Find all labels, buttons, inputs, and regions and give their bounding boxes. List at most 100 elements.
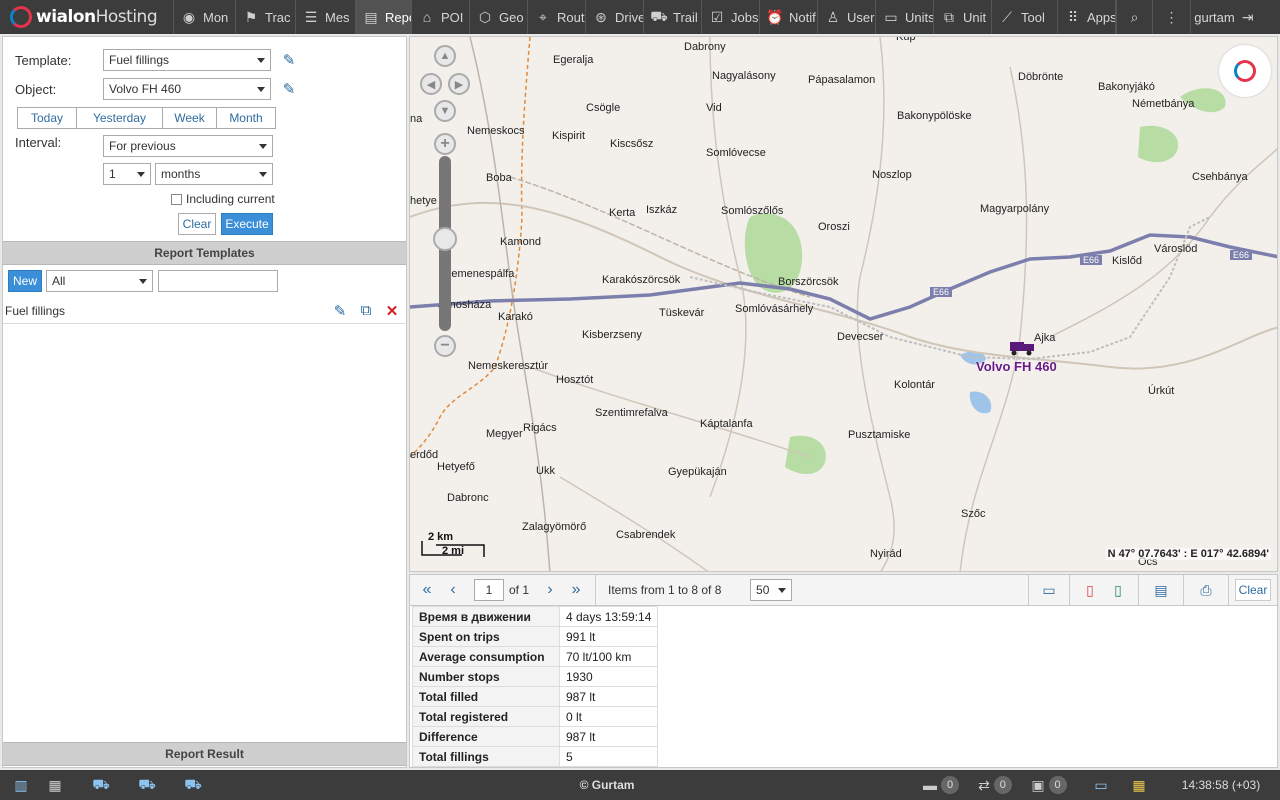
copy-template-icon[interactable]: ⧉ [356, 301, 376, 321]
map-town-label: Káptalanfa [700, 418, 753, 430]
page-size-select[interactable]: 50 [750, 579, 793, 601]
pan-right-button[interactable]: ▶ [448, 73, 470, 95]
notifications-counter[interactable]: ▬ 0 [918, 770, 964, 800]
top-navigation-bar: wialonHosting ◉Mon ⚑Trac ☰Mes ▤Repo ⌂POI… [0, 0, 1280, 34]
tab-trailers[interactable]: ⛟ Trail [644, 0, 702, 34]
template-select[interactable]: Fuel fillings [103, 49, 271, 71]
tab-routes[interactable]: ⌖ Rout [528, 0, 586, 34]
unit-name-truck-icon[interactable]: ⛟ [124, 770, 170, 800]
interval-select[interactable]: For previous [103, 135, 273, 157]
last-page-button[interactable]: » [563, 581, 589, 599]
yesterday-button[interactable]: Yesterday [77, 108, 163, 128]
map-town-label: Városlöd [1154, 243, 1198, 255]
edit-template-wrench-icon[interactable]: ✎ [330, 301, 350, 321]
tab-apps[interactable]: ⠿ Apps [1058, 0, 1116, 34]
more-menu-button[interactable]: ⋮ [1152, 0, 1190, 34]
tab-unit-groups[interactable]: ⧉ Unit [934, 0, 992, 34]
table-row: Total filled 987 lt [412, 686, 659, 707]
flag-icon: ⚑ [244, 8, 258, 25]
table-row: Spent on trips 991 lt [412, 626, 659, 647]
report-templates-header: Report Templates [3, 241, 406, 265]
events-counter[interactable]: ⇄ 0 [970, 770, 1020, 800]
result-key: Number stops [412, 666, 560, 687]
media-counter[interactable]: ▣ 0 [1026, 770, 1072, 800]
map-town-label: Csögle [586, 102, 621, 114]
unit-truck-icon[interactable]: ⛟ [78, 770, 124, 800]
map-town-label: Karakó [498, 311, 533, 323]
template-filter-select[interactable]: All [46, 270, 153, 292]
scale-km: 2 km [428, 531, 454, 543]
month-button[interactable]: Month [217, 108, 275, 128]
clear-form-button[interactable]: Clear [178, 213, 216, 235]
tab-tracks[interactable]: ⚑ Trac [236, 0, 296, 34]
pan-left-button[interactable]: ◀ [420, 73, 442, 95]
unit-map-label[interactable]: Volvo FH 460 [976, 359, 1057, 374]
page-number-input[interactable]: 1 [474, 579, 504, 601]
export-pdf-icon[interactable]: ▯ [1076, 579, 1104, 601]
map-layers-icon[interactable]: ▦ [1120, 770, 1158, 800]
object-edit-wrench-icon[interactable]: ✎ [279, 79, 299, 99]
result-key: Difference [412, 726, 560, 747]
panel-layout-icon[interactable]: ▥ [4, 770, 38, 800]
object-select[interactable]: Volvo FH 460 [103, 78, 271, 100]
grid-layout-icon[interactable]: ▦ [38, 770, 72, 800]
result-value: 0 lt [558, 706, 659, 727]
map-town-label: Megyer [486, 428, 523, 440]
including-current-checkbox[interactable] [171, 193, 182, 205]
user-menu[interactable]: gurtam ⇥ [1190, 0, 1260, 34]
pan-down-button[interactable]: ▼ [434, 100, 456, 122]
pan-up-button[interactable]: ▲ [434, 45, 456, 67]
results-table-container: Время в движении 4 days 13:59:14 Spent on … [409, 606, 1278, 768]
map-town-label: Boba [486, 172, 512, 184]
template-list-item[interactable]: Fuel fillings ✎ ⧉ ✕ [3, 298, 406, 324]
brand-name: wialonHosting [36, 7, 158, 27]
week-button[interactable]: Week [163, 108, 217, 128]
tab-tools[interactable]: ⟋ Tool [992, 0, 1058, 34]
tab-reports[interactable]: ▤Repo [356, 0, 412, 34]
tab-units[interactable]: ▭ Units [876, 0, 934, 34]
unit-moving-truck-icon[interactable]: ⛟ [170, 770, 216, 800]
tab-drivers[interactable]: ⊛ Drive [586, 0, 644, 34]
map-town-label: Nemeskeresztúr [468, 360, 549, 372]
clear-results-button[interactable]: Clear [1235, 579, 1271, 601]
map-view[interactable]: Dabrony Egeralja Nagyalásony Pápasalamon Döb… [409, 36, 1278, 572]
road-label-e66: E66 [1230, 250, 1253, 260]
wialon-logo[interactable]: wialonHosting [0, 0, 174, 34]
today-button[interactable]: Today [18, 108, 77, 128]
map-town-label: Úrkút [1148, 385, 1175, 397]
show-on-map-icon[interactable]: ▭ [1035, 579, 1063, 601]
template-search-input[interactable] [158, 270, 278, 292]
copyright-text: © Gurtam [579, 778, 635, 792]
tab-users[interactable]: ♙ User [818, 0, 876, 34]
template-item-name: Fuel fillings [5, 303, 66, 318]
export-xls-icon[interactable]: ▯ [1104, 579, 1132, 601]
events-icon: ⇄ [978, 776, 990, 793]
print-icon[interactable]: ⎙ [1192, 579, 1220, 601]
execute-button[interactable]: Execute [221, 213, 273, 235]
tab-jobs[interactable]: ☑ Jobs [702, 0, 760, 34]
tab-geofences[interactable]: ⬡ Geo [470, 0, 528, 34]
tab-monitoring[interactable]: ◉ Mon [174, 0, 236, 34]
book-icon[interactable]: ▭ [1082, 770, 1120, 800]
template-edit-wrench-icon[interactable]: ✎ [279, 50, 299, 70]
delete-template-icon[interactable]: ✕ [382, 301, 402, 321]
zoom-out-button[interactable]: − [434, 335, 456, 357]
next-page-button[interactable]: › [537, 581, 563, 599]
interval-unit-select[interactable]: months [155, 163, 273, 185]
new-template-button[interactable]: New [8, 270, 42, 292]
zoom-slider-handle[interactable] [433, 227, 457, 251]
export-settings-icon[interactable]: ▤ [1147, 579, 1175, 601]
prev-page-button[interactable]: ‹ [440, 581, 466, 599]
table-row: Number stops 1930 [412, 666, 659, 687]
result-value: 987 lt [558, 686, 659, 707]
map-town-label: Kerta [609, 207, 636, 219]
search-button[interactable]: ⌕ [1116, 0, 1152, 34]
tab-notifications[interactable]: ⏰ Notif [760, 0, 818, 34]
map-town-label: Pápasalamon [808, 74, 876, 86]
first-page-button[interactable]: « [414, 581, 440, 599]
result-key: Total filled [412, 686, 560, 707]
zoom-in-button[interactable]: + [434, 133, 456, 155]
tab-poi[interactable]: ⌂ POI [412, 0, 470, 34]
tab-messages[interactable]: ☰ Mes [296, 0, 356, 34]
interval-count-select[interactable]: 1 [103, 163, 151, 185]
